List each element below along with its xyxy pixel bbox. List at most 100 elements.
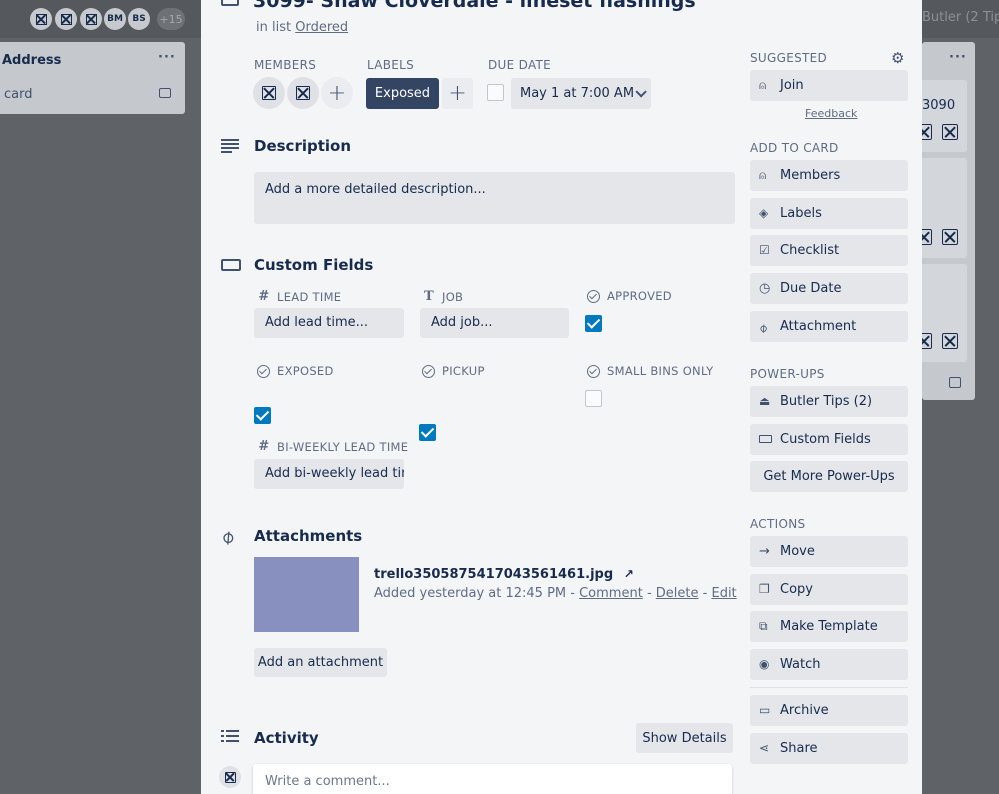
attachment-label: Attachment bbox=[780, 319, 857, 334]
card-template-icon[interactable] bbox=[949, 377, 961, 388]
comment-input[interactable]: Write a comment... bbox=[253, 764, 732, 794]
clock-icon: ◷ bbox=[759, 281, 771, 296]
member-avatar[interactable] bbox=[55, 8, 77, 30]
placeholder-avatar-icon bbox=[60, 13, 72, 25]
add-card-link[interactable]: card bbox=[4, 87, 32, 102]
labels-button[interactable]: ◈ Labels bbox=[750, 198, 908, 229]
list-title[interactable]: Address bbox=[2, 53, 61, 68]
plus-icon: + bbox=[448, 81, 467, 106]
add-member-button[interactable]: + bbox=[321, 77, 353, 109]
due-date-button[interactable]: May 1 at 7:00 AM bbox=[511, 78, 651, 109]
get-more-power-ups-button[interactable]: Get More Power-Ups bbox=[750, 461, 908, 492]
member-avatar[interactable] bbox=[253, 77, 285, 109]
butler-bell-icon: ⏏ bbox=[759, 394, 771, 408]
share-icon: ⋖ bbox=[759, 741, 770, 755]
attachment-delete-link[interactable]: Delete bbox=[656, 586, 699, 601]
member-avatar-bs[interactable]: BS bbox=[128, 8, 150, 30]
member-avatar[interactable] bbox=[287, 77, 319, 109]
move-label: Move bbox=[780, 544, 815, 559]
job-input[interactable]: Add job... bbox=[420, 308, 569, 338]
more-members-badge[interactable]: +15 bbox=[157, 8, 185, 30]
list-menu-icon[interactable]: ··· bbox=[949, 50, 967, 65]
card-template-icon[interactable] bbox=[159, 88, 171, 98]
due-date-value: May 1 at 7:00 AM bbox=[520, 86, 635, 101]
move-button[interactable]: → Move bbox=[750, 536, 908, 567]
checkmark-circle-icon bbox=[422, 364, 435, 378]
share-button[interactable]: ⋖ Share bbox=[750, 733, 908, 764]
external-link-icon[interactable]: ↗ bbox=[624, 567, 634, 581]
feedback-link[interactable]: Feedback bbox=[805, 107, 857, 120]
list-menu-icon[interactable]: ··· bbox=[158, 50, 176, 65]
checkmark-circle-icon bbox=[257, 364, 270, 378]
small-bins-only-checkbox[interactable] bbox=[585, 390, 602, 407]
attachment-filename[interactable]: trello3505875417043561461.jpg ↗ bbox=[374, 567, 634, 582]
actions-heading: ACTIONS bbox=[750, 517, 806, 531]
gear-icon[interactable]: ⚙ bbox=[891, 49, 904, 67]
butler-tips-button[interactable]: ⏏ Butler Tips (2) bbox=[750, 386, 908, 417]
list-link[interactable]: Ordered bbox=[295, 20, 348, 35]
field-label-text: APPROVED bbox=[607, 289, 672, 303]
board-list-address: Address ··· card bbox=[0, 42, 185, 114]
archive-icon: ▭ bbox=[759, 703, 771, 717]
lead-time-input[interactable]: Add lead time... bbox=[254, 308, 404, 338]
checklist-icon: ☑ bbox=[759, 243, 770, 257]
show-details-button[interactable]: Show Details bbox=[636, 723, 733, 753]
placeholder-avatar-icon bbox=[262, 86, 276, 100]
board-card[interactable]: 3090 bbox=[916, 80, 967, 152]
field-label-text: PICKUP bbox=[442, 364, 485, 378]
member-avatar[interactable] bbox=[30, 8, 52, 30]
exposed-checkbox[interactable] bbox=[254, 407, 271, 424]
archive-button[interactable]: ▭ Archive bbox=[750, 695, 908, 726]
bi-weekly-lead-time-input[interactable]: Add bi-weekly lead tir bbox=[254, 459, 404, 489]
field-label-lead-time: # LEAD TIME bbox=[258, 289, 341, 304]
custom-fields-button[interactable]: Custom Fields bbox=[750, 424, 908, 455]
card-detail-modal: 3099- Shaw Cloverdale - lineset flashing… bbox=[201, 0, 922, 794]
board-card[interactable] bbox=[916, 158, 967, 258]
make-template-label: Make Template bbox=[780, 619, 878, 634]
description-editor[interactable]: Add a more detailed description... bbox=[254, 172, 735, 224]
member-avatar-bm[interactable]: BM bbox=[104, 8, 126, 30]
card-title[interactable]: 3099- Shaw Cloverdale - lineset flashing… bbox=[253, 0, 696, 12]
members-button[interactable]: ⍝ Members bbox=[750, 160, 908, 191]
approved-checkbox[interactable] bbox=[585, 315, 602, 332]
due-date-sidebar-button[interactable]: ◷ Due Date bbox=[750, 273, 908, 304]
checklist-label: Checklist bbox=[780, 243, 840, 258]
pickup-checkbox[interactable] bbox=[419, 424, 436, 441]
attachment-button[interactable]: ⌀ Attachment bbox=[750, 311, 908, 342]
checkmark-circle-icon bbox=[587, 364, 600, 378]
checkmark-circle-icon bbox=[587, 289, 600, 303]
watch-button[interactable]: ◉ Watch bbox=[750, 649, 908, 680]
join-button[interactable]: ⍝ Join bbox=[750, 70, 908, 101]
checklist-button[interactable]: ☑ Checklist bbox=[750, 235, 908, 266]
card-title: 3090 bbox=[922, 98, 956, 113]
copy-button[interactable]: ❐ Copy bbox=[750, 574, 908, 605]
due-date-label: Due Date bbox=[780, 281, 842, 296]
field-label-text: JOB bbox=[442, 289, 464, 304]
paperclip-icon: ⌀ bbox=[755, 320, 771, 336]
copy-label: Copy bbox=[780, 582, 813, 597]
members-heading: MEMBERS bbox=[254, 58, 317, 72]
eye-icon: ◉ bbox=[759, 657, 770, 671]
share-label: Share bbox=[780, 741, 818, 756]
field-label-approved: APPROVED bbox=[587, 289, 672, 303]
board-card[interactable] bbox=[916, 264, 967, 362]
butler-tips-header-button[interactable]: Butler (2 Tips bbox=[922, 10, 999, 25]
attachment-thumbnail[interactable] bbox=[254, 557, 359, 632]
make-template-button[interactable]: ⧉ Make Template bbox=[750, 611, 908, 642]
attachment-comment-link[interactable]: Comment bbox=[579, 586, 643, 601]
custom-fields-icon bbox=[759, 435, 772, 443]
add-label-button[interactable]: + bbox=[442, 78, 473, 109]
custom-fields-title: Custom Fields bbox=[254, 256, 374, 274]
add-attachment-button[interactable]: Add an attachment bbox=[254, 648, 387, 677]
member-icon bbox=[942, 333, 958, 349]
label-exposed[interactable]: Exposed bbox=[366, 78, 439, 109]
custom-fields-label: Custom Fields bbox=[780, 432, 871, 447]
attachment-edit-link[interactable]: Edit bbox=[711, 586, 736, 601]
tag-icon: ◈ bbox=[759, 206, 769, 220]
attachments-title: Attachments bbox=[254, 527, 363, 545]
watch-label: Watch bbox=[780, 657, 821, 672]
attachment-added-text: Added yesterday at 12:45 PM - bbox=[374, 586, 575, 601]
in-list-prefix: in list bbox=[256, 20, 292, 35]
member-avatar[interactable] bbox=[80, 8, 102, 30]
due-date-complete-checkbox[interactable] bbox=[487, 84, 504, 101]
